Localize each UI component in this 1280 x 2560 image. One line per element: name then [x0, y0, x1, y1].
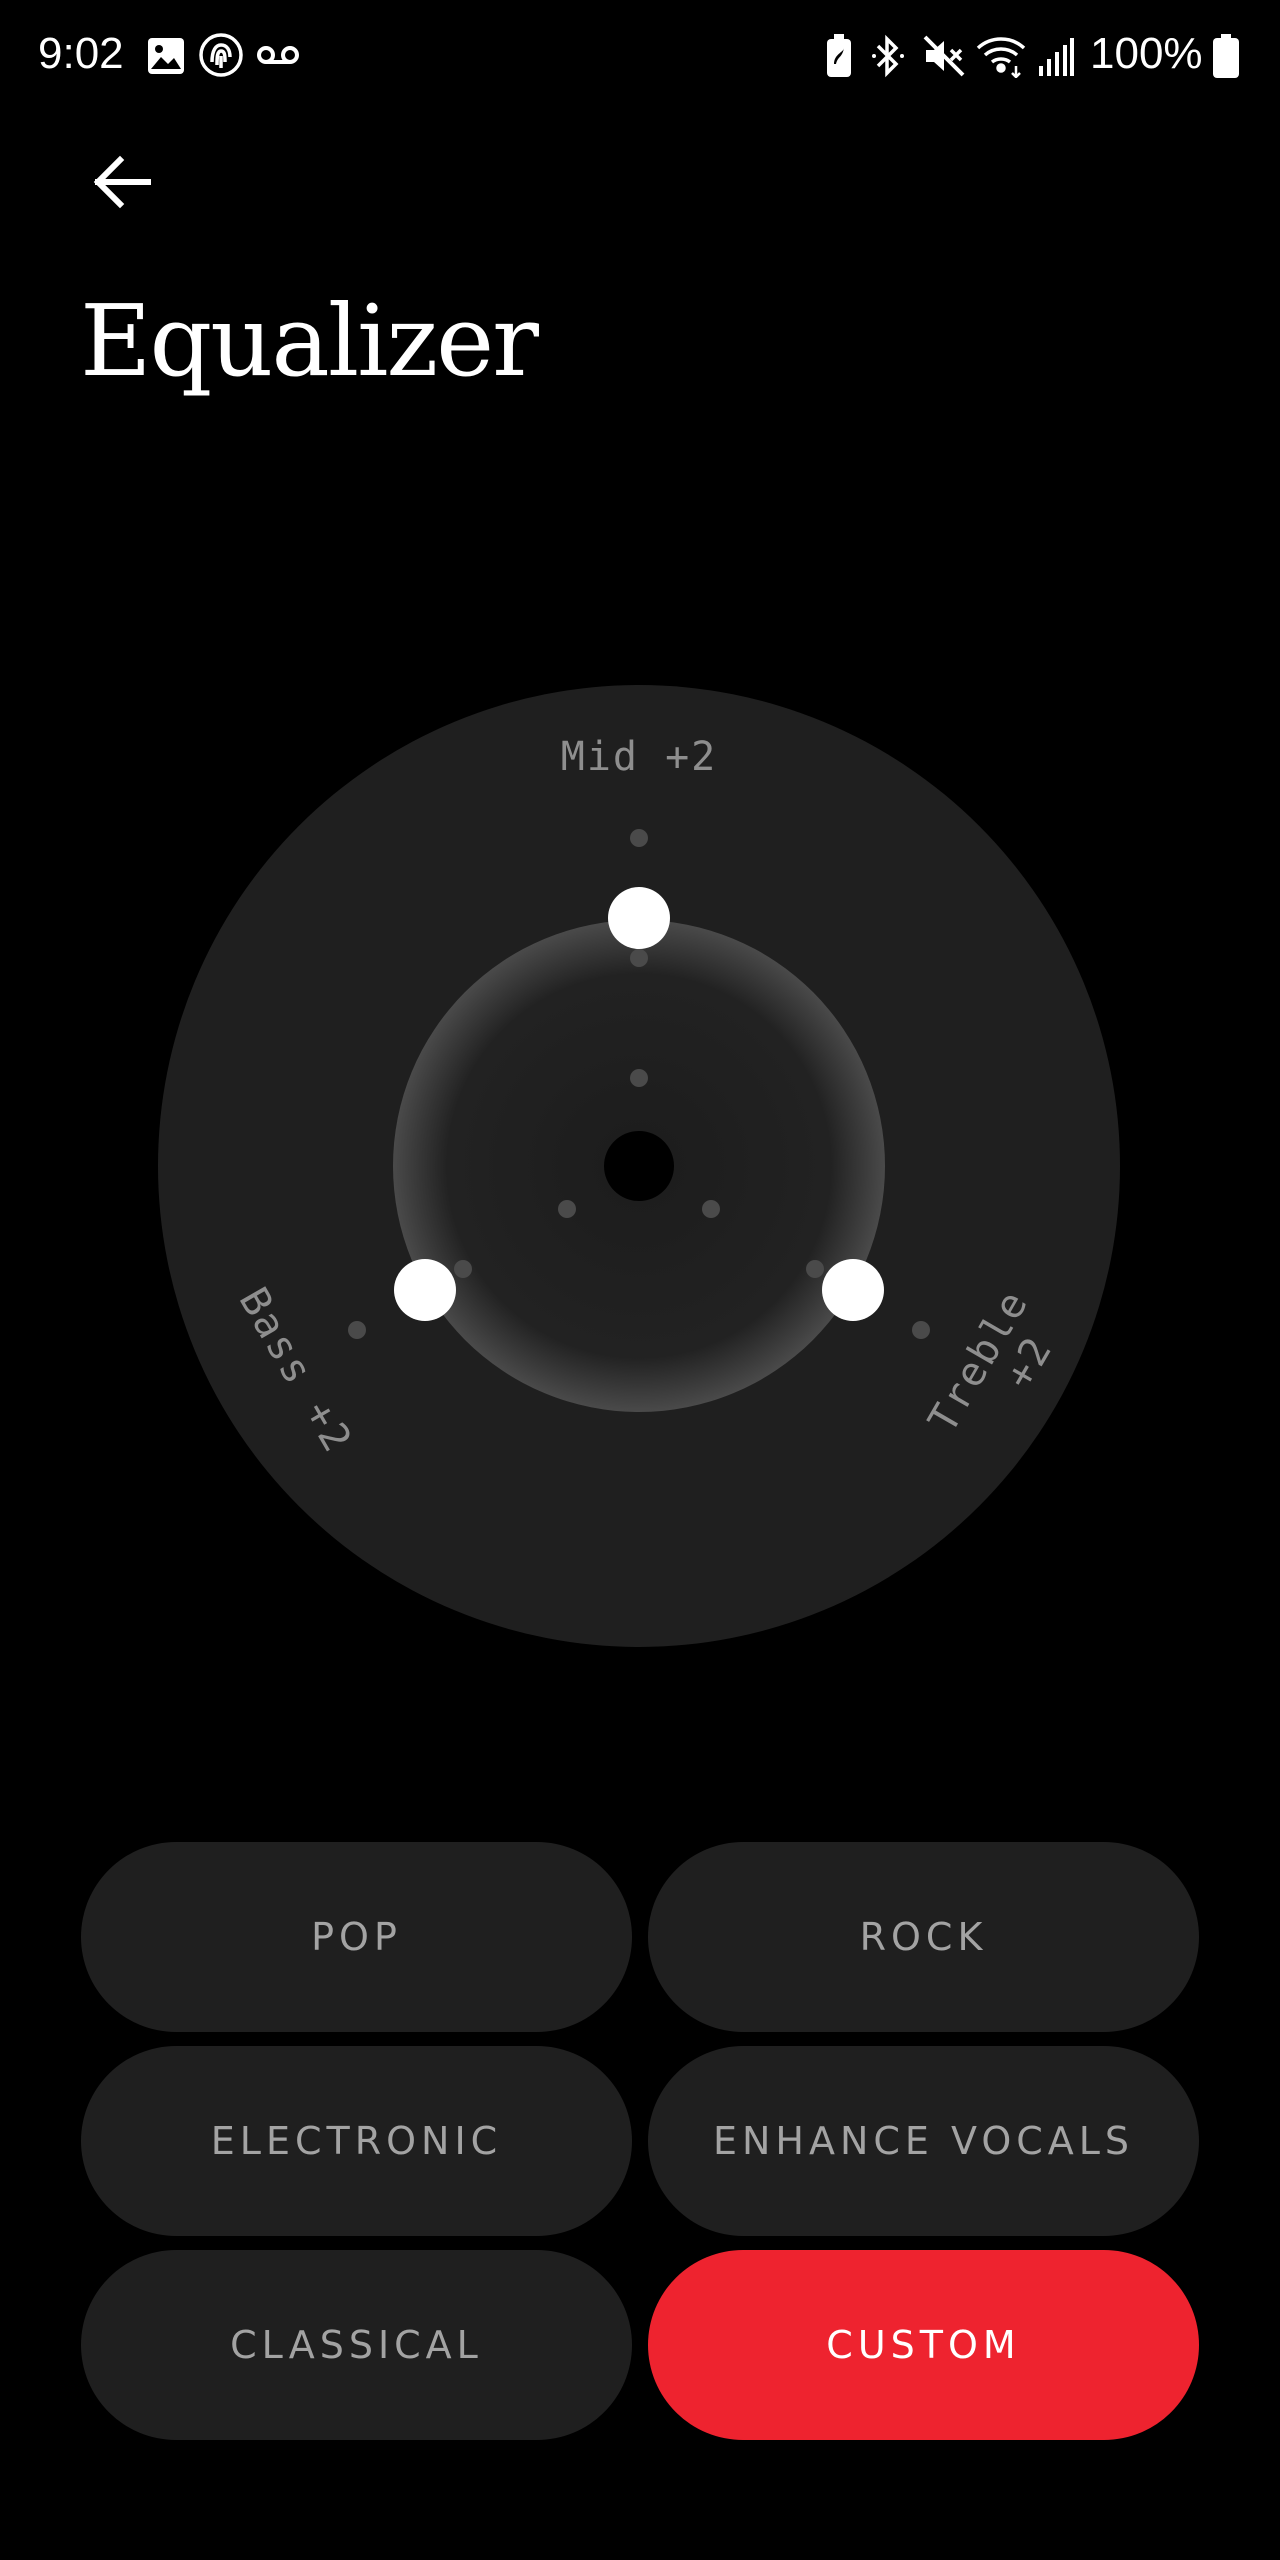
battery-percentage: 100% [1090, 29, 1203, 78]
preset-custom-button[interactable]: CUSTOM [648, 2250, 1199, 2440]
preset-grid: POP ROCK ELECTRONIC ENHANCE VOCALS CLASS… [81, 1842, 1199, 2440]
preset-electronic-button[interactable]: ELECTRONIC [81, 2046, 632, 2236]
preset-enhance-vocals-button[interactable]: ENHANCE VOCALS [648, 2046, 1199, 2236]
preset-rock-button[interactable]: ROCK [648, 1842, 1199, 2032]
wifi-icon [976, 37, 1026, 78]
status-bar: 9:02 100% [0, 0, 1280, 110]
page-title: Equalizer [80, 285, 539, 399]
mid-knob[interactable] [608, 887, 670, 949]
equalizer-dial[interactable]: Mid +2 Bass +2 Treble +2 [158, 685, 1120, 1647]
signal-icon [1039, 38, 1074, 76]
battery-saver-icon [827, 34, 851, 77]
mute-icon [923, 35, 965, 77]
fingerprint-icon [199, 33, 243, 77]
back-button[interactable] [80, 140, 164, 224]
mid-label: Mid +2 [561, 734, 718, 780]
status-time: 9:02 [38, 29, 124, 78]
treble-knob[interactable] [822, 1259, 884, 1321]
voicemail-icon [257, 46, 299, 64]
preset-classical-button[interactable]: CLASSICAL [81, 2250, 632, 2440]
arrow-left-icon [93, 155, 151, 209]
battery-icon [1213, 34, 1239, 78]
bass-knob[interactable] [394, 1259, 456, 1321]
dial-center [604, 1131, 674, 1201]
gallery-icon [148, 38, 184, 74]
bluetooth-icon [872, 34, 904, 78]
preset-pop-button[interactable]: POP [81, 1842, 632, 2032]
